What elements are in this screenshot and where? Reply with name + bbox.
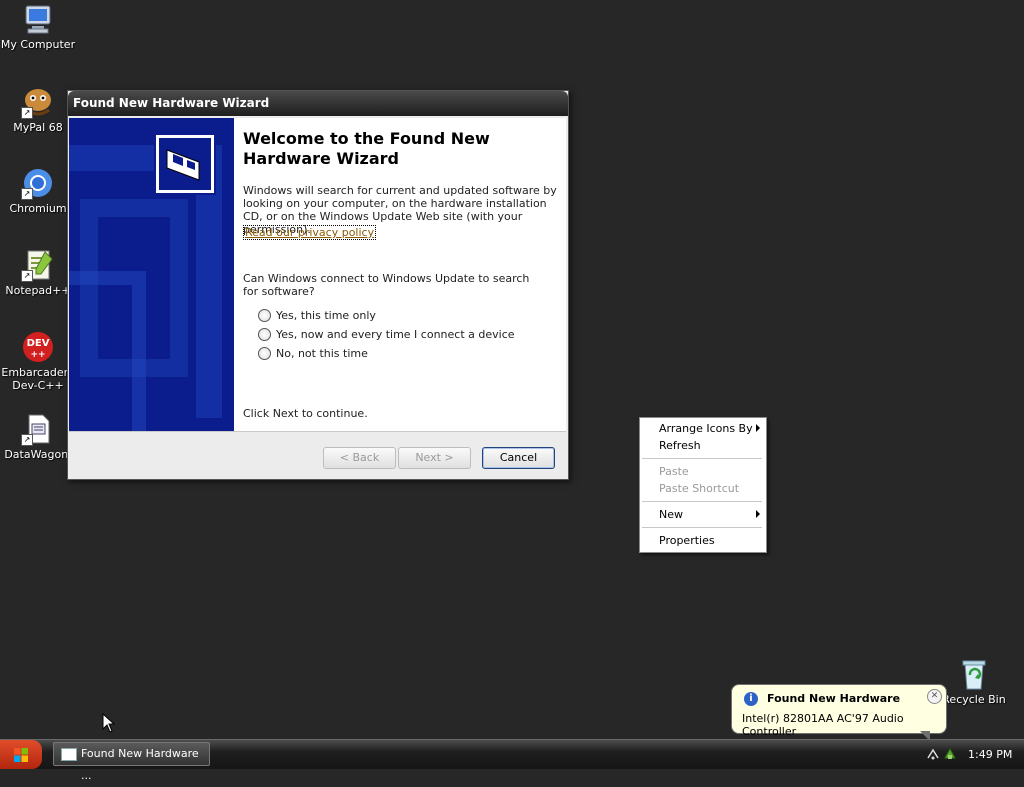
continue-text: Click Next to continue.	[243, 407, 368, 420]
balloon-title: Found New Hardware	[767, 692, 901, 705]
windows-logo-icon	[14, 748, 28, 762]
wizard-titlebar[interactable]: Found New Hardware Wizard	[68, 91, 568, 116]
option-label: No, not this time	[276, 347, 368, 360]
desktop-icon-label: Notepad++	[5, 284, 71, 297]
desktop-icon-label: DataWagon.	[4, 448, 72, 461]
shortcut-arrow-icon: ↗	[21, 188, 33, 200]
wizard-window: Found New Hardware Wizard Welcome to the…	[67, 90, 569, 480]
desktop-icon-devcpp[interactable]: DEV ++ Embarcadero Dev-C++	[0, 330, 76, 392]
info-icon: i	[744, 692, 758, 706]
desktop-icon-label: My Computer	[0, 38, 76, 51]
wizard-heading: Welcome to the Found New Hardware Wizard	[243, 129, 490, 168]
back-button[interactable]: < Back	[323, 447, 396, 469]
clock[interactable]: 1:49 PM	[968, 748, 1012, 761]
svg-text:++: ++	[30, 350, 45, 360]
start-button[interactable]	[0, 740, 42, 769]
submenu-arrow-icon	[756, 424, 760, 432]
shortcut-arrow-icon: ↗	[21, 434, 33, 446]
mouse-cursor-icon	[102, 713, 116, 733]
menu-item-properties[interactable]: Properties	[659, 534, 715, 547]
radio-button[interactable]	[258, 309, 271, 322]
network-icon[interactable]	[926, 747, 940, 761]
menu-separator	[642, 458, 762, 459]
cancel-button[interactable]: Cancel	[482, 447, 555, 469]
devcpp-icon: DEV ++	[21, 330, 55, 364]
menu-separator	[642, 501, 762, 502]
menu-item-paste-shortcut[interactable]: Paste Shortcut	[659, 482, 739, 495]
system-tray: 1:49 PM	[918, 740, 1024, 769]
taskbar-item-label: Found New Hardware ...	[81, 747, 199, 782]
option-yes-every-time[interactable]: Yes, now and every time I connect a devi…	[258, 328, 515, 341]
desktop-icon-label: MyPal 68	[13, 121, 63, 134]
radio-button[interactable]	[258, 347, 271, 360]
desktop-icon-label: Embarcadero Dev-C++	[1, 366, 75, 392]
wizard-footer: < Back Next > Cancel	[69, 431, 566, 479]
close-icon[interactable]: ✕	[927, 689, 942, 704]
desktop-icon-chromium[interactable]: ↗ Chromium	[0, 166, 76, 215]
menu-item-arrange-icons-by[interactable]: Arrange Icons By	[659, 422, 753, 435]
wizard-content: Welcome to the Found New Hardware Wizard…	[234, 118, 566, 431]
taskbar: Found New Hardware ... 1:49 PM	[0, 739, 1024, 782]
notepadpp-icon: ↗	[21, 248, 55, 282]
wizard-question: Can Windows connect to Windows Update to…	[243, 272, 530, 298]
desktop-icon-label: Chromium	[9, 202, 67, 215]
desktop-icon-label: Recycle Bin	[942, 693, 1006, 706]
shortcut-arrow-icon: ↗	[21, 270, 33, 282]
menu-item-refresh[interactable]: Refresh	[659, 439, 701, 452]
desktop-context-menu: Arrange Icons By Refresh Paste Paste Sho…	[639, 417, 767, 553]
option-yes-this-time[interactable]: Yes, this time only	[258, 309, 376, 322]
balloon-text: Intel(r) 82801AA AC'97 Audio Controller	[742, 712, 904, 738]
shortcut-arrow-icon: ↗	[21, 107, 33, 119]
safely-remove-hardware-icon[interactable]	[942, 746, 958, 762]
option-label: Yes, now and every time I connect a devi…	[276, 328, 515, 341]
window-icon	[61, 748, 77, 761]
menu-separator	[642, 527, 762, 528]
taskbar-item-found-new-hardware[interactable]: Found New Hardware ...	[53, 742, 210, 782]
desktop-icon-notepadpp[interactable]: ↗ Notepad++	[0, 248, 76, 297]
desktop-icon-datawagon[interactable]: ↗ DataWagon.	[0, 412, 76, 461]
notification-balloon[interactable]: i Found New Hardware ✕ Intel(r) 82801AA …	[731, 684, 947, 741]
mypal-icon: ↗	[21, 85, 55, 119]
option-no-not-this-time[interactable]: No, not this time	[258, 347, 368, 360]
next-button[interactable]: Next >	[398, 447, 471, 469]
svg-text:DEV: DEV	[27, 338, 50, 349]
desktop-icon-my-computer[interactable]: My Computer	[0, 2, 76, 51]
desktop-icon-recycle-bin[interactable]: Recycle Bin	[936, 657, 1012, 706]
submenu-arrow-icon	[756, 510, 760, 518]
radio-button[interactable]	[258, 328, 271, 341]
computer-icon	[21, 2, 55, 36]
option-label: Yes, this time only	[276, 309, 376, 322]
wizard-side-banner	[69, 118, 234, 431]
document-icon: ↗	[21, 412, 55, 446]
menu-item-paste[interactable]: Paste	[659, 465, 689, 478]
privacy-policy-link[interactable]: Read our privacy policy	[243, 225, 377, 240]
menu-item-new[interactable]: New	[659, 508, 683, 521]
chromium-icon: ↗	[21, 166, 55, 200]
recycle-bin-icon	[957, 657, 991, 691]
desktop-icon-mypal[interactable]: ↗ MyPal 68	[0, 85, 76, 134]
